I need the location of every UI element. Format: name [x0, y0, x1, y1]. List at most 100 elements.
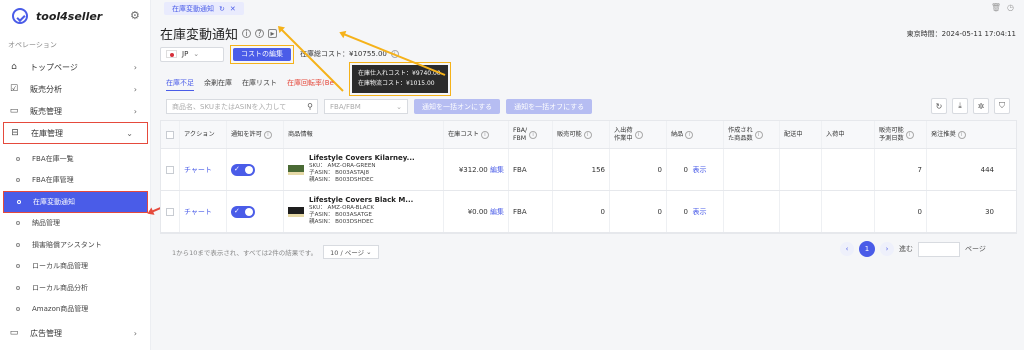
sidebar-item-ads[interactable]: ▭ 広告管理 ›	[0, 322, 151, 344]
sidebar-subitem-fba-list[interactable]: FBA在庫一覧	[0, 148, 151, 170]
info-icon[interactable]: i	[480, 130, 489, 139]
info-icon[interactable]: i	[634, 130, 643, 139]
tab-turnover[interactable]: 在庫回転率(Be	[287, 78, 334, 91]
edit-link[interactable]: 編集	[490, 208, 504, 216]
info-icon[interactable]: i	[263, 130, 272, 139]
product-thumbnail[interactable]	[288, 206, 304, 217]
product-name[interactable]: Lifestyle Covers Black M...	[309, 197, 413, 204]
notify-toggle[interactable]	[231, 205, 255, 218]
header-notify: 通知を許可 i	[227, 121, 284, 148]
header-sellable[interactable]: 販売可能 i	[553, 121, 610, 148]
header-reorder[interactable]: 発注推奨 i	[927, 121, 998, 148]
video-icon[interactable]: ▸	[268, 29, 278, 38]
tab-surplus[interactable]: 余剰在庫	[204, 78, 232, 91]
trash-icon[interactable]: 🗑	[991, 3, 1001, 12]
search-input[interactable]: 商品名、SKUまたはASINを入力して ⚲	[166, 99, 318, 114]
product-name[interactable]: Lifestyle Covers Kilarney...	[309, 155, 415, 162]
header-shipping: 配送中	[780, 121, 822, 148]
sidebar-subitem-amazon-products[interactable]: Amazon商品管理	[0, 299, 151, 321]
sidebar-item-inventory[interactable]: ⊟ 在庫管理 ⌄	[3, 122, 148, 144]
search-icon[interactable]: ⚲	[307, 102, 313, 111]
info-icon[interactable]: i	[242, 29, 252, 38]
sidebar-item-top[interactable]: ⌂ トップページ ›	[0, 56, 151, 78]
notify-toggle[interactable]	[231, 163, 255, 176]
info-icon[interactable]: i	[529, 130, 538, 139]
select-all-checkbox[interactable]	[166, 130, 174, 139]
info-icon[interactable]: i	[685, 130, 694, 139]
home-icon: ⌂	[11, 62, 17, 72]
header-days-line1: 販売可能	[879, 126, 904, 134]
row-checkbox[interactable]	[166, 165, 174, 174]
header-days-line2: 予測日数	[879, 134, 904, 142]
info-icon[interactable]: i	[583, 130, 592, 139]
tab-stock-list[interactable]: 在庫リスト	[242, 78, 277, 91]
tab-shortage[interactable]: 在庫不足	[166, 78, 194, 91]
header-in-out[interactable]: 入出荷 作業中 i	[610, 121, 667, 148]
sidebar-subitem-label: 納品管理	[32, 219, 60, 228]
download-icon[interactable]: ⤓	[952, 98, 968, 114]
row-checkbox[interactable]	[166, 207, 174, 216]
filter-icon[interactable]: ⛉	[994, 98, 1010, 114]
sidebar-nav: ⌂ トップページ › ☑ 販売分析 › ▭ 販売管理 › ⊟ 在庫管理 ⌄ FB…	[0, 56, 151, 344]
fba-fbm-select[interactable]: FBA/FBM ⌄	[324, 99, 408, 114]
app-root: tool4seller ⚙ オペレーション ⌂ トップページ › ☑ 販売分析 …	[0, 0, 1024, 350]
tab-stock-alert[interactable]: 在庫変動通知 ↻ ✕	[164, 2, 244, 15]
prev-page-button[interactable]: ‹	[840, 242, 854, 256]
chart-link[interactable]: チャート	[184, 208, 212, 216]
sidebar-subitem-local-analysis[interactable]: ローカル商品分析	[0, 277, 151, 299]
sidebar-item-sales-management[interactable]: ▭ 販売管理 ›	[0, 100, 151, 122]
action-cell: チャート	[180, 191, 227, 232]
notify-cell	[227, 191, 284, 232]
chart-link[interactable]: チャート	[184, 166, 212, 174]
page-suffix: ページ	[965, 245, 986, 253]
header-days[interactable]: 販売可能 予測日数 i	[875, 121, 927, 148]
bulk-off-button[interactable]: 通知を一括オフにする	[506, 99, 593, 114]
cost-edit-button[interactable]: コストの編集	[233, 47, 291, 61]
tooltip-purchase-cost: 在庫仕入れコスト：¥9740.00	[358, 70, 441, 77]
close-icon[interactable]: ✕	[230, 5, 236, 13]
brand[interactable]: tool4seller	[12, 6, 102, 26]
settings-icon[interactable]: ✲	[973, 98, 989, 114]
edit-link[interactable]: 編集	[490, 166, 504, 174]
show-link[interactable]: 表示	[692, 166, 706, 174]
notify-cell	[227, 149, 284, 190]
refresh-icon[interactable]: ↻	[219, 5, 225, 13]
next-page-button[interactable]: ›	[880, 242, 894, 256]
sidebar-subitem-shipments[interactable]: 納品管理	[0, 213, 151, 235]
page-size-select[interactable]: 10 / ページ ⌄	[323, 245, 379, 259]
inbound-cell: 0 表示	[667, 191, 724, 232]
sidebar-subitem-stock-alert[interactable]: 在庫変動通知	[3, 191, 148, 213]
sidebar-item-sales-analysis[interactable]: ☑ 販売分析 ›	[0, 78, 151, 100]
subtabs: 在庫不足 余剰在庫 在庫リスト 在庫回転率(Be	[166, 78, 334, 91]
bulk-on-button[interactable]: 通知を一括オンにする	[414, 99, 501, 114]
header-inbound[interactable]: 納品 i	[667, 121, 724, 148]
sidebar-subitem-reimbursement[interactable]: 損害賠償アシスタント	[0, 234, 151, 256]
info-icon[interactable]: i	[754, 130, 763, 139]
product-thumbnail[interactable]	[288, 164, 304, 175]
sidebar-subitem-local-products[interactable]: ローカル商品管理	[0, 256, 151, 278]
refresh-icon[interactable]: ↻	[931, 98, 947, 114]
show-link[interactable]: 表示	[692, 208, 706, 216]
bullet-icon	[16, 307, 20, 312]
product-parent-asin: 親ASIN： B003DSHDEC	[309, 177, 374, 183]
goto-page-input[interactable]	[918, 241, 960, 257]
header-created[interactable]: 作成され た商品数 i	[724, 121, 780, 148]
info-icon[interactable]: i	[957, 130, 966, 139]
japan-flag-icon	[166, 50, 177, 58]
sidebar: tool4seller ⚙ オペレーション ⌂ トップページ › ☑ 販売分析 …	[0, 0, 151, 350]
gear-icon[interactable]: ⚙	[130, 9, 140, 22]
product-parent-asin: 親ASIN： B003DSHDEC	[309, 219, 374, 225]
sidebar-item-label: 広告管理	[30, 328, 62, 338]
sidebar-subitem-fba-manage[interactable]: FBA在庫管理	[0, 170, 151, 192]
history-icon[interactable]: ◷	[1007, 3, 1014, 12]
info-icon[interactable]: i	[905, 130, 914, 139]
tab-label: 在庫変動通知	[172, 4, 214, 13]
reorder-cell: 444	[980, 165, 994, 174]
sidebar-item-label: 販売管理	[30, 106, 62, 116]
page-number-current[interactable]: 1	[859, 241, 875, 257]
chevron-right-icon: ›	[133, 328, 137, 338]
marketplace-select[interactable]: JP ⌄	[160, 46, 224, 62]
receiving-cell	[822, 149, 875, 190]
header-cost[interactable]: 在庫コスト i	[444, 121, 509, 148]
help-icon[interactable]: ?	[255, 29, 265, 38]
